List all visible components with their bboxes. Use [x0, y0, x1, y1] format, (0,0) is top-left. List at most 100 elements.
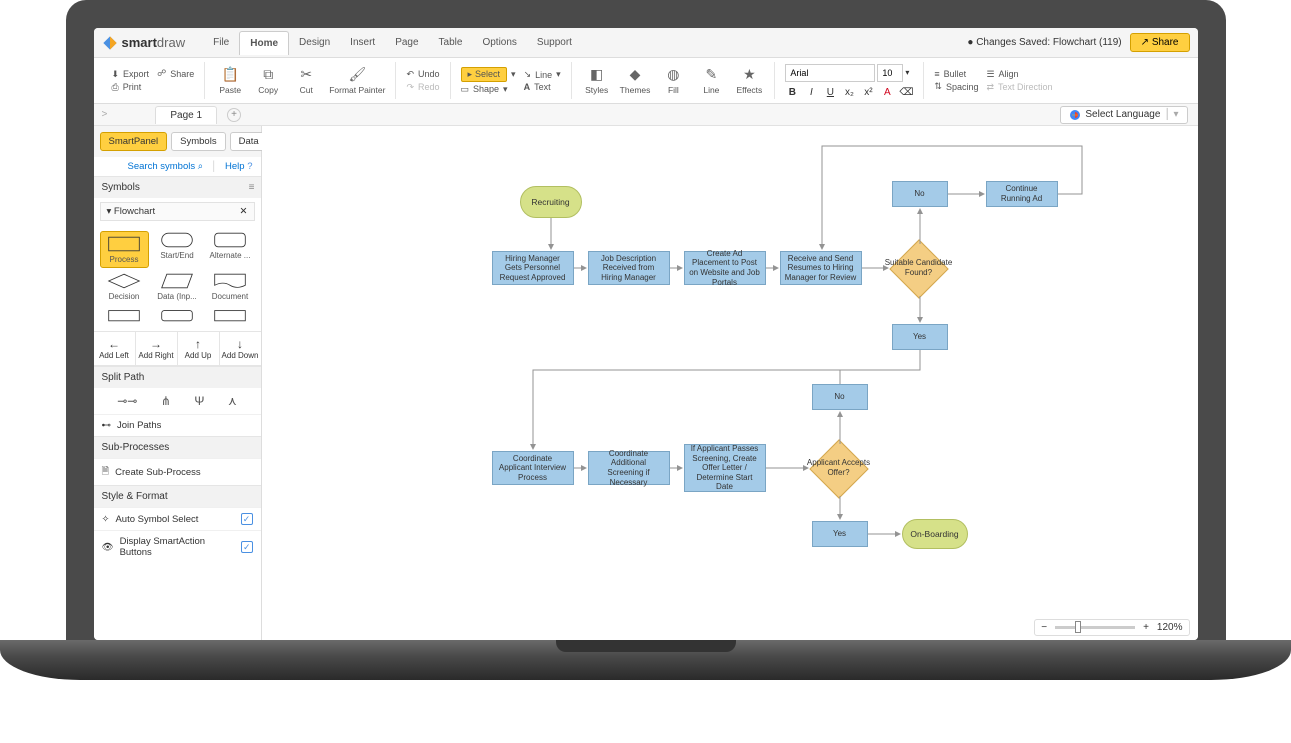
split-opt-3[interactable]: Ψ [194, 394, 204, 408]
node-p7[interactable]: If Applicant Passes Screening, Create Of… [684, 444, 766, 492]
styles-icon: ◧ [589, 67, 605, 83]
shape-alternate[interactable]: Alternate ... [206, 231, 255, 268]
shape-startend[interactable]: Start/End [153, 231, 202, 268]
shape-more-3[interactable] [206, 305, 255, 325]
add-page-button[interactable]: + [227, 108, 241, 122]
node-p5[interactable]: Coordinate Applicant Interview Process [492, 451, 574, 485]
add-left-button[interactable]: ←Add Left [94, 332, 136, 365]
font-color-button[interactable]: A [880, 87, 894, 98]
symbols-header[interactable]: Symbols≡ [94, 177, 261, 198]
star-icon: ★ [741, 67, 757, 83]
zoom-control[interactable]: − + 120% [1034, 619, 1189, 636]
node-p6[interactable]: Coordinate Additional Screening if Neces… [588, 451, 670, 485]
split-opt-1[interactable]: ⊸⊸ [117, 394, 137, 408]
themes-button[interactable]: ◆Themes [620, 67, 651, 95]
text-tool[interactable]: AText [524, 82, 561, 92]
node-p1[interactable]: Hiring Manager Gets Personnel Request Ap… [492, 251, 574, 285]
shape-more-1[interactable] [100, 305, 149, 325]
node-recruiting[interactable]: Recruiting [520, 186, 582, 218]
tab-symbols[interactable]: Symbols [171, 132, 225, 151]
bold-button[interactable]: B [785, 87, 799, 98]
language-selector[interactable]: Select Language│ ▾ [1060, 106, 1187, 124]
shape-data[interactable]: Data (Inp... [153, 272, 202, 301]
node-continue[interactable]: Continue Running Ad [986, 181, 1058, 207]
search-symbols-link[interactable]: Search symbols ⌕ [128, 161, 204, 172]
italic-button[interactable]: I [804, 87, 818, 98]
menu-support[interactable]: Support [527, 31, 582, 54]
cut-button[interactable]: ✂Cut [291, 67, 321, 95]
menu-design[interactable]: Design [289, 31, 340, 54]
print-button[interactable]: ⎙Print [112, 82, 150, 93]
tab-smartpanel[interactable]: SmartPanel [100, 132, 168, 151]
subscript-button[interactable]: x₂ [842, 87, 856, 98]
select-tool[interactable]: ▸Select▾ [461, 67, 516, 82]
redo-icon: ↷ [406, 82, 414, 93]
node-p2[interactable]: Job Description Received from Hiring Man… [588, 251, 670, 285]
canvas[interactable]: Recruiting Hiring Manager Gets Personnel… [262, 126, 1198, 640]
shape-tool[interactable]: ▭Shape ▾ [461, 84, 516, 95]
auto-symbol-toggle[interactable]: ✧Auto Symbol Select✓ [94, 507, 261, 530]
display-smartaction-toggle[interactable]: 👁Display SmartAction Buttons✓ [94, 530, 261, 563]
format-painter-button[interactable]: 🖌Format Painter [329, 67, 385, 95]
styles-button[interactable]: ◧Styles [582, 67, 612, 95]
redo-button[interactable]: ↷Redo [406, 82, 439, 93]
shape-process[interactable]: Process [100, 231, 149, 268]
close-icon[interactable]: ✕ [240, 206, 248, 217]
page-nav-left[interactable]: > [94, 109, 116, 120]
undo-button[interactable]: ↶Undo [406, 69, 439, 80]
create-sub-process-button[interactable]: 🗎Create Sub-Process [94, 458, 261, 485]
share-button[interactable]: ↗ Share [1130, 33, 1190, 52]
join-paths-button[interactable]: ⊷Join Paths [94, 414, 261, 436]
flowchart-category[interactable]: ▾ Flowchart✕ [100, 202, 255, 221]
menu-file[interactable]: File [203, 31, 239, 54]
shape-icon: ▭ [461, 84, 470, 95]
spacing-button[interactable]: ⇅Spacing [934, 81, 978, 92]
split-opt-4[interactable]: ⋏ [228, 394, 237, 408]
copy-icon: ⧉ [260, 67, 276, 83]
shape-more-2[interactable] [153, 305, 202, 325]
split-opt-2[interactable]: ⋔ [161, 394, 171, 408]
line-tool[interactable]: ↘Line ▾ [524, 69, 561, 80]
copy-button[interactable]: ⧉Copy [253, 67, 283, 95]
share-ribbon-button[interactable]: ☍Share [157, 68, 194, 79]
add-down-button[interactable]: ↓Add Down [220, 332, 261, 365]
node-no-2[interactable]: No [812, 384, 868, 410]
text-direction-button[interactable]: ⇄Text Direction [986, 82, 1052, 93]
node-yes-1[interactable]: Yes [892, 324, 948, 350]
menu-options[interactable]: Options [472, 31, 526, 54]
add-right-button[interactable]: →Add Right [136, 332, 178, 365]
menu-table[interactable]: Table [429, 31, 473, 54]
fill-icon: ◍ [665, 67, 681, 83]
shape-document[interactable]: Document [206, 272, 255, 301]
effects-button[interactable]: ★Effects [734, 67, 764, 95]
paste-button[interactable]: 📋Paste [215, 67, 245, 95]
menu-home[interactable]: Home [239, 31, 289, 55]
zoom-in-button[interactable]: + [1143, 622, 1149, 633]
page-tab-1[interactable]: Page 1 [155, 106, 217, 124]
zoom-out-button[interactable]: − [1041, 622, 1047, 633]
zoom-slider[interactable] [1055, 626, 1135, 629]
node-decision-1-label: Suitable Candidate Found? [884, 251, 954, 285]
download-icon: ⬇ [112, 69, 120, 80]
node-yes-2[interactable]: Yes [812, 521, 868, 547]
fill-button[interactable]: ◍Fill [658, 67, 688, 95]
font-size-select[interactable] [877, 64, 903, 82]
search-icon: ⌕ [198, 161, 203, 172]
add-up-button[interactable]: ↑Add Up [178, 332, 220, 365]
align-button[interactable]: ☰Align [986, 69, 1052, 80]
underline-button[interactable]: U [823, 87, 837, 98]
help-link[interactable]: Help ? [225, 161, 252, 172]
menu-page[interactable]: Page [385, 31, 428, 54]
node-p4[interactable]: Receive and Send Resumes to Hiring Manag… [780, 251, 862, 285]
node-no-1[interactable]: No [892, 181, 948, 207]
node-onboarding[interactable]: On-Boarding [902, 519, 968, 549]
font-name-select[interactable] [785, 64, 875, 82]
node-p3[interactable]: Create Ad Placement to Post on Website a… [684, 251, 766, 285]
superscript-button[interactable]: x² [861, 87, 875, 98]
shape-decision[interactable]: Decision [100, 272, 149, 301]
line-style-button[interactable]: ✎Line [696, 67, 726, 95]
bullet-button[interactable]: ≡Bullet [934, 69, 978, 79]
menu-insert[interactable]: Insert [340, 31, 385, 54]
clear-format-button[interactable]: ⌫ [899, 87, 913, 98]
export-button[interactable]: ⬇Export [112, 69, 150, 80]
